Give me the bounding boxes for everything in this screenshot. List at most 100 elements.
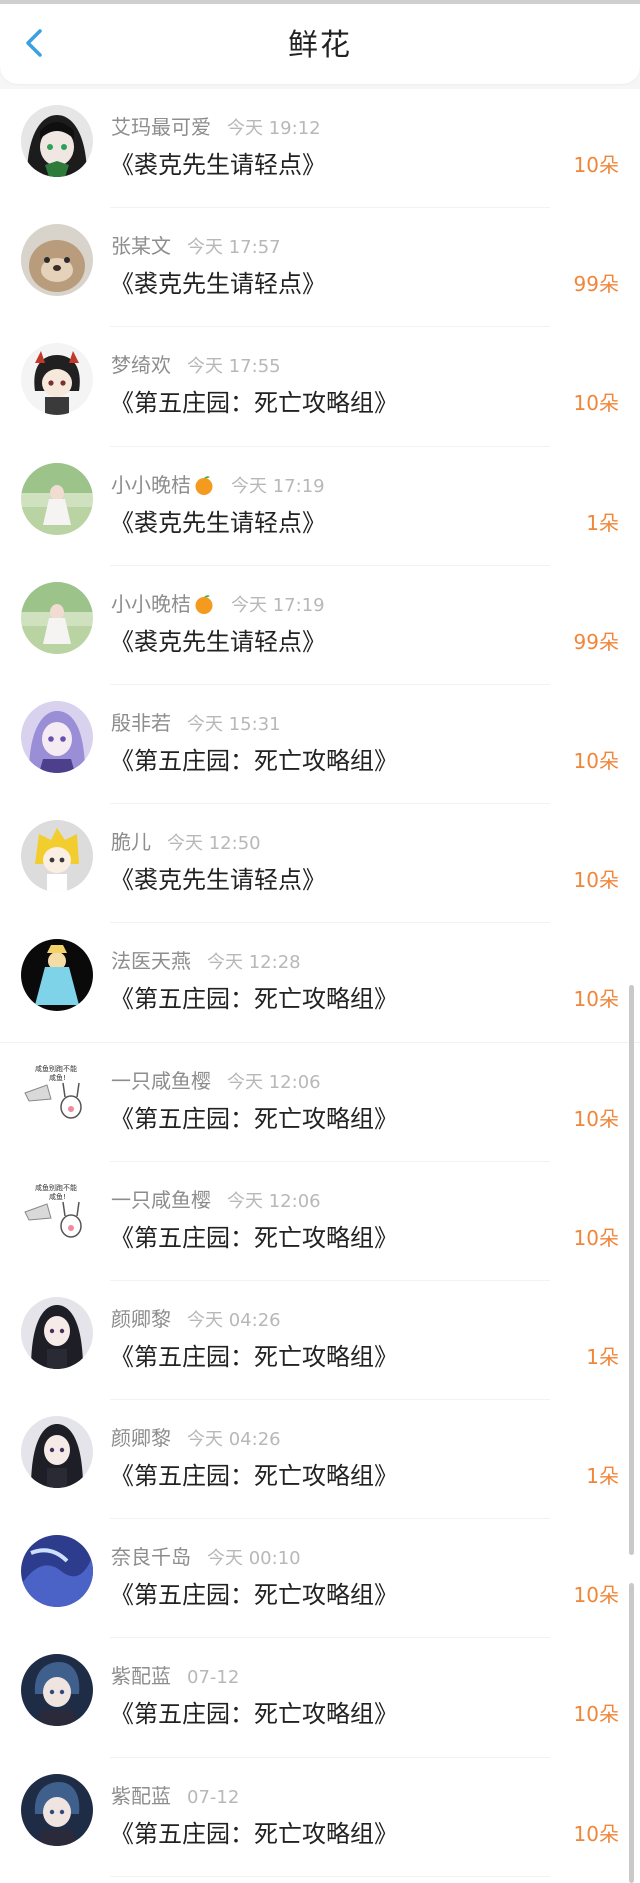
- item-meta: 张某文 今天 17:57: [111, 230, 281, 259]
- book-title[interactable]: 《第五庄园：死亡攻略组》: [110, 1694, 398, 1729]
- flower-list[interactable]: 艾玛最可爱 今天 19:12 《裘克先生请轻点》 10朵 张某文 今天 17:57 …: [0, 89, 640, 1883]
- avatar[interactable]: [21, 1654, 93, 1727]
- user-name[interactable]: 张某文: [111, 234, 171, 258]
- timestamp: 今天 12:50: [167, 833, 261, 855]
- avatar[interactable]: 咸鱼别跑不能 咸鱼!: [21, 1058, 93, 1131]
- book-title[interactable]: 《裘克先生请轻点》: [110, 622, 326, 657]
- item-meta: 小小晚桔 今天 17:19: [111, 469, 325, 498]
- book-title[interactable]: 《第五庄园：死亡攻略组》: [110, 741, 398, 776]
- timestamp: 今天 12:06: [227, 1071, 321, 1093]
- book-title[interactable]: 《第五庄园：死亡攻略组》: [110, 383, 398, 418]
- avatar[interactable]: [21, 224, 93, 297]
- list-item[interactable]: 小小晚桔 今天 17:19 《裘克先生请轻点》 99朵: [0, 566, 640, 685]
- flower-count: 99朵: [573, 629, 619, 654]
- avatar[interactable]: [21, 1773, 93, 1846]
- user-name[interactable]: 一只咸鱼樱: [111, 1069, 211, 1093]
- top-bar: 鲜花: [0, 4, 640, 84]
- item-meta: 小小晚桔 今天 17:19: [111, 588, 325, 617]
- scrollbar[interactable]: [629, 985, 634, 1555]
- divider: [110, 1875, 550, 1877]
- book-title[interactable]: 《裘克先生请轻点》: [110, 503, 326, 538]
- user-name[interactable]: 艾玛最可爱: [111, 115, 211, 139]
- avatar[interactable]: [21, 1416, 93, 1489]
- list-item[interactable]: 梦绮欢 今天 17:55 《第五庄园：死亡攻略组》 10朵: [0, 327, 640, 447]
- avatar[interactable]: [21, 105, 93, 177]
- item-meta: 艾玛最可爱 今天 19:12: [111, 111, 321, 140]
- flower-count: 99朵: [573, 272, 619, 297]
- avatar[interactable]: [21, 939, 93, 1012]
- avatar[interactable]: [21, 581, 93, 654]
- user-name[interactable]: 小小晚桔: [111, 592, 191, 616]
- avatar[interactable]: 咸鱼别跑不能 咸鱼!: [21, 1177, 93, 1250]
- timestamp: 07-12: [187, 1786, 240, 1808]
- flower-count: 1朵: [586, 510, 619, 535]
- list-item[interactable]: 艾玛最可爱 今天 19:12 《裘克先生请轻点》 10朵: [0, 89, 640, 209]
- timestamp: 今天 17:19: [231, 594, 325, 616]
- book-title[interactable]: 《裘克先生请轻点》: [110, 860, 326, 895]
- avatar[interactable]: [21, 700, 93, 773]
- flower-count: 1朵: [586, 1464, 619, 1489]
- user-name[interactable]: 颜卿黎: [111, 1426, 171, 1450]
- user-name[interactable]: 紫配蓝: [111, 1784, 171, 1808]
- book-title[interactable]: 《第五庄园：死亡攻略组》: [110, 1575, 398, 1610]
- svg-text:咸鱼别跑不能: 咸鱼别跑不能: [35, 1183, 77, 1192]
- user-name[interactable]: 脆儿: [111, 830, 151, 854]
- timestamp: 今天 12:28: [207, 952, 301, 974]
- list-item[interactable]: 法医天燕 今天 12:28 《第五庄园：死亡攻略组》 10朵: [0, 923, 640, 1043]
- orange-emoji-icon: [195, 475, 213, 495]
- flower-count: 10朵: [573, 1583, 619, 1608]
- scrollbar-lower[interactable]: [629, 1583, 634, 1883]
- book-title[interactable]: 《裘克先生请轻点》: [110, 145, 326, 180]
- flower-count: 1朵: [586, 1344, 619, 1369]
- book-title[interactable]: 《第五庄园：死亡攻略组》: [110, 1456, 398, 1491]
- user-name[interactable]: 紫配蓝: [111, 1664, 171, 1688]
- item-meta: 奈良千岛 今天 00:10: [111, 1541, 301, 1570]
- book-title[interactable]: 《第五庄园：死亡攻略组》: [110, 979, 398, 1014]
- user-name[interactable]: 梦绮欢: [111, 353, 171, 377]
- svg-text:咸鱼别跑不能: 咸鱼别跑不能: [35, 1064, 77, 1073]
- item-meta: 脆儿 今天 12:50: [111, 826, 261, 855]
- user-name[interactable]: 奈良千岛: [111, 1545, 191, 1569]
- flower-count: 10朵: [573, 748, 619, 773]
- book-title[interactable]: 《第五庄园：死亡攻略组》: [110, 1218, 398, 1253]
- list-item[interactable]: 张某文 今天 17:57 《裘克先生请轻点》 99朵: [0, 208, 640, 328]
- user-name[interactable]: 小小晚桔: [111, 473, 191, 497]
- user-name[interactable]: 殷非若: [111, 711, 171, 735]
- avatar[interactable]: [21, 1535, 93, 1608]
- item-meta: 紫配蓝 07-12: [111, 1780, 239, 1809]
- timestamp: 今天 19:12: [227, 118, 321, 139]
- list-item[interactable]: 紫配蓝 07-12 《第五庄园：死亡攻略组》 10朵: [0, 1758, 640, 1877]
- timestamp: 07-12: [187, 1667, 240, 1689]
- book-title[interactable]: 《第五庄园：死亡攻略组》: [110, 1814, 398, 1849]
- avatar[interactable]: [21, 462, 93, 535]
- timestamp: 今天 04:26: [187, 1309, 281, 1331]
- item-meta: 一只咸鱼樱 今天 12:06: [111, 1184, 321, 1213]
- list-item[interactable]: 咸鱼别跑不能 咸鱼! 一只咸鱼樱 今天 12:06 《第五庄园：死亡攻略组》 10朵: [0, 1162, 640, 1281]
- item-meta: 法医天燕 今天 12:28: [111, 945, 301, 974]
- orange-emoji-icon: [195, 594, 213, 614]
- page-title: 鲜花: [288, 28, 352, 63]
- list-item[interactable]: 咸鱼别跑不能 咸鱼! 一只咸鱼樱 今天 12:06 《第五庄园：死亡攻略组》 10朵: [0, 1043, 640, 1162]
- timestamp: 今天 00:10: [207, 1548, 301, 1570]
- book-title[interactable]: 《第五庄园：死亡攻略组》: [110, 1099, 398, 1134]
- list-item[interactable]: 奈良千岛 今天 00:10 《第五庄园：死亡攻略组》 10朵: [0, 1519, 640, 1639]
- list-item[interactable]: 颜卿黎 今天 04:26 《第五庄园：死亡攻略组》 1朵: [0, 1400, 640, 1520]
- book-title[interactable]: 《裘克先生请轻点》: [110, 264, 326, 299]
- item-meta: 殷非若 今天 15:31: [111, 707, 281, 736]
- list-item[interactable]: 紫配蓝 07-12 《第五庄园：死亡攻略组》 10朵: [0, 1638, 640, 1758]
- user-name[interactable]: 一只咸鱼樱: [111, 1188, 211, 1212]
- flower-count: 10朵: [573, 868, 619, 893]
- user-name[interactable]: 颜卿黎: [111, 1307, 171, 1331]
- book-title[interactable]: 《第五庄园：死亡攻略组》: [110, 1337, 398, 1372]
- svg-text:咸鱼!: 咸鱼!: [49, 1192, 66, 1201]
- list-item[interactable]: 小小晚桔 今天 17:19 《裘克先生请轻点》 1朵: [0, 447, 640, 566]
- avatar[interactable]: [21, 1296, 93, 1369]
- list-item[interactable]: 殷非若 今天 15:31 《第五庄园：死亡攻略组》 10朵: [0, 685, 640, 805]
- list-item[interactable]: 脆儿 今天 12:50 《裘克先生请轻点》 10朵: [0, 804, 640, 924]
- list-item[interactable]: 颜卿黎 今天 04:26 《第五庄园：死亡攻略组》 1朵: [0, 1281, 640, 1401]
- user-name[interactable]: 法医天燕: [111, 949, 191, 973]
- avatar[interactable]: [21, 820, 93, 893]
- item-meta: 颜卿黎 今天 04:26: [111, 1422, 281, 1451]
- avatar[interactable]: [21, 343, 93, 416]
- timestamp: 今天 12:06: [227, 1190, 321, 1212]
